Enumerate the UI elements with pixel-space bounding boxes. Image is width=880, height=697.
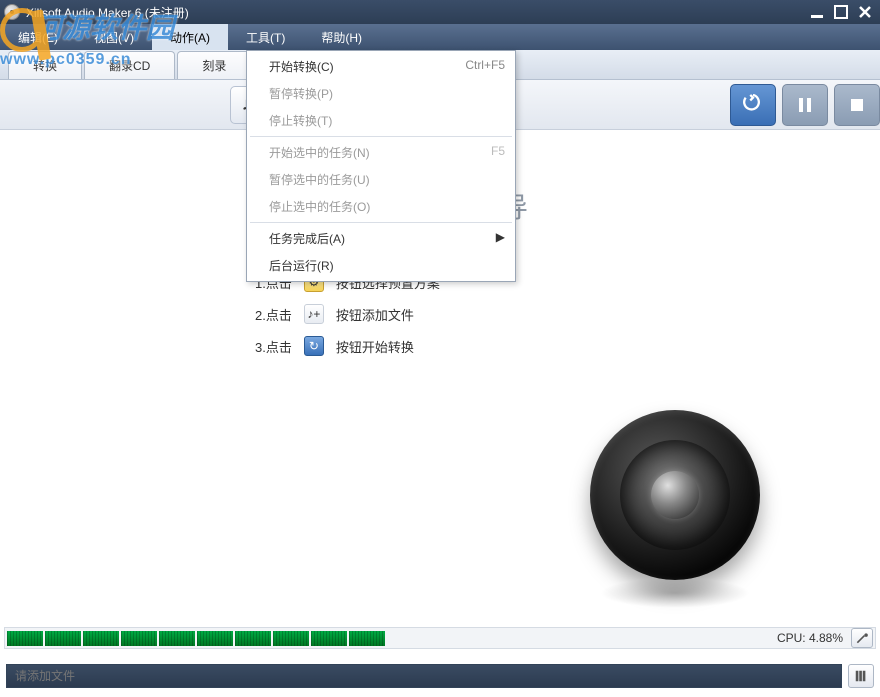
- cpu-segment: [121, 631, 157, 646]
- cpu-segment: [349, 631, 385, 646]
- browse-output-button[interactable]: [848, 664, 874, 688]
- cpu-segment: [45, 631, 81, 646]
- menu-view[interactable]: 视图(V): [76, 24, 152, 50]
- menu-file[interactable]: 编辑(E): [0, 24, 76, 50]
- step-text: 按钮开始转换: [336, 337, 414, 356]
- cpu-segment: [83, 631, 119, 646]
- menu-action[interactable]: 动作(A): [152, 24, 228, 50]
- cpu-segment: [235, 631, 271, 646]
- cpu-segment: [273, 631, 309, 646]
- dd-stop-convert[interactable]: 停止转换(T): [247, 107, 515, 134]
- add-file-icon: ♪+: [304, 304, 324, 324]
- minimize-button[interactable]: [806, 3, 828, 21]
- maximize-button[interactable]: [830, 3, 852, 21]
- dd-separator: [250, 222, 512, 223]
- pause-convert-button[interactable]: [782, 84, 828, 126]
- action-dropdown-menu: 开始转换(C)Ctrl+F5 暂停转换(P) 停止转换(T) 开始选中的任务(N…: [246, 50, 516, 282]
- cpu-segment: [7, 631, 43, 646]
- app-icon: [4, 4, 20, 20]
- stop-convert-button[interactable]: [834, 84, 880, 126]
- cpu-usage-label: CPU: 4.88%: [771, 631, 849, 645]
- step-num: 3.点击: [255, 337, 292, 356]
- guide-step-3: 3.点击 ↻ 按钮开始转换: [255, 336, 440, 356]
- menu-tools[interactable]: 工具(T): [228, 24, 303, 50]
- tab-convert[interactable]: 转换: [8, 51, 82, 79]
- tab-rip-cd[interactable]: 翻录CD: [84, 51, 175, 79]
- cpu-progress-strip: CPU: 4.88%: [4, 627, 876, 649]
- start-convert-button[interactable]: [730, 84, 776, 126]
- window-title: Xilisoft Audio Maker 6 (未注册): [26, 4, 806, 21]
- start-icon: ↻: [304, 336, 324, 356]
- title-bar: Xilisoft Audio Maker 6 (未注册): [0, 0, 880, 24]
- dd-start-convert[interactable]: 开始转换(C)Ctrl+F5: [247, 53, 515, 80]
- cpu-segment: [197, 631, 233, 646]
- step-num: 2.点击: [255, 305, 292, 324]
- cpu-segment: [159, 631, 195, 646]
- tab-burn[interactable]: 刻录: [177, 51, 251, 79]
- output-path-input[interactable]: [6, 664, 842, 688]
- dd-separator: [250, 136, 512, 137]
- dd-background-run[interactable]: 后台运行(R): [247, 252, 515, 279]
- menu-help[interactable]: 帮助(H): [303, 24, 380, 50]
- step-text: 按钮添加文件: [336, 305, 414, 324]
- settings-button[interactable]: [851, 628, 873, 648]
- dd-stop-selected[interactable]: 停止选中的任务(O): [247, 193, 515, 220]
- dd-after-task[interactable]: 任务完成后(A)▶: [247, 225, 515, 252]
- guide-step-2: 2.点击 ♪+ 按钮添加文件: [255, 304, 440, 324]
- close-button[interactable]: [854, 3, 876, 21]
- dd-start-selected[interactable]: 开始选中的任务(N)F5: [247, 139, 515, 166]
- speaker-image: [590, 410, 770, 590]
- dd-pause-selected[interactable]: 暂停选中的任务(U): [247, 166, 515, 193]
- bottom-bar: [6, 663, 874, 689]
- menu-bar: 编辑(E) 视图(V) 动作(A) 工具(T) 帮助(H): [0, 24, 880, 50]
- cpu-segment: [311, 631, 347, 646]
- dd-pause-convert[interactable]: 暂停转换(P): [247, 80, 515, 107]
